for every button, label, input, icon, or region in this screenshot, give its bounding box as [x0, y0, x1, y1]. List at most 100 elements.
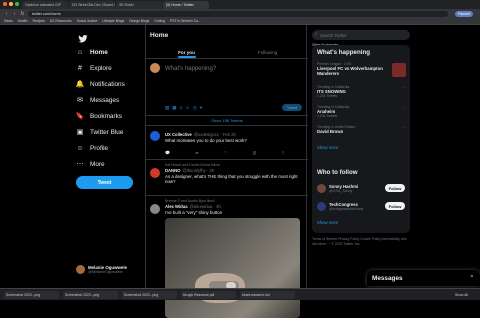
search-input[interactable]: Search Twitter — [312, 30, 410, 40]
nav-twitter-blue[interactable]: ▣ Twitter Blue — [76, 128, 124, 137]
tweet-author[interactable]: UX Collective — [165, 132, 192, 137]
bookmark-item[interactable]: UX Resources — [50, 19, 72, 23]
bookmark-item[interactable]: Lifestyle Blogs — [102, 19, 124, 23]
tab-following[interactable]: Following — [227, 46, 308, 58]
follow-suggestion[interactable]: Sonny Hashmi @GSA_Sonny Follow — [317, 181, 405, 195]
search-icon: ⌕ — [315, 31, 318, 36]
more-icon[interactable]: ··· — [401, 105, 405, 110]
browser-tab[interactable]: DG Street Biz Dev | Board View — [69, 1, 115, 9]
like-icon[interactable]: ♡ — [224, 150, 228, 155]
hashtag-icon: # — [78, 64, 82, 72]
follow-button[interactable]: Follow — [385, 202, 405, 210]
timeline: Home For you Following What's happening?… — [145, 25, 308, 318]
download-item[interactable]: bead-research.md — [240, 290, 295, 299]
image-icon[interactable]: ▨ — [165, 105, 169, 111]
trend-item[interactable]: Trending in United States David Brown ··… — [317, 125, 405, 134]
compose-tweet-button[interactable]: Tweet — [282, 104, 302, 111]
reply-icon[interactable]: 💬 — [165, 150, 170, 155]
tweet-context: Kat Heard and Daniel Burka follow — [165, 163, 220, 167]
views-icon[interactable]: ▥ — [253, 150, 257, 155]
tweet-text: As a designer, what's THE thing that you… — [165, 174, 298, 185]
nav-label: Twitter Blue — [90, 128, 124, 136]
bookmark-item[interactable]: Social Justice — [77, 19, 98, 23]
follow-button[interactable]: Follow — [385, 184, 405, 192]
nav-label: Notifications — [90, 80, 125, 88]
bookmark-item[interactable]: PST to Women Co... — [170, 19, 201, 23]
tweet-handle: @alexwidua · 3h — [189, 204, 221, 209]
bookmark-item[interactable]: Coding — [154, 19, 165, 23]
tweet[interactable]: UX Collective @uxdesigncc · Feb 20 What m… — [146, 126, 308, 160]
show-new-tweets[interactable]: Show 158 Tweets — [146, 116, 308, 126]
home-icon: ⌂ — [77, 48, 83, 56]
download-item[interactable]: Screenshot 2023...png — [4, 290, 59, 299]
nav-notifications[interactable]: 🔔 Notifications — [75, 80, 125, 89]
trend-count: 1,234 Tweets — [317, 114, 338, 118]
show-more-link[interactable]: Show more — [317, 145, 338, 150]
location-icon[interactable]: ⌖ — [200, 105, 203, 111]
tweet-text: What motivates you to do your best work? — [165, 138, 247, 143]
show-all-downloads[interactable]: Show All — [455, 293, 468, 297]
tweet-author[interactable]: Alex Widua — [165, 204, 188, 209]
bookmark-item[interactable]: Health — [18, 19, 28, 23]
browser-tab[interactable]: 3D Roket — [116, 1, 162, 9]
bell-icon: 🔔 — [75, 81, 85, 88]
browser-tab-active[interactable]: (9) Home / Twitter — [163, 1, 209, 9]
download-item[interactable]: Screenshot 2023...png — [122, 290, 177, 299]
tweet-handle: @uxdesigncc · Feb 20 — [193, 132, 236, 137]
nav-messages[interactable]: ✉ Messages — [76, 96, 119, 105]
more-icon[interactable]: ··· — [401, 125, 405, 130]
trend-item[interactable]: Trending in California ITS SNOWING 1,234… — [317, 85, 405, 98]
poll-icon[interactable]: ≡ — [180, 105, 183, 111]
account-handle: @MelanieOguwwele — [88, 270, 123, 274]
expand-icon[interactable]: ⌃ — [470, 275, 474, 281]
follow-suggestion[interactable]: TechCongress @congressdotfellows Follow — [317, 199, 405, 213]
messages-title: Messages — [372, 274, 403, 282]
trend-item[interactable]: Trending in California Anaheim 1,234 Twe… — [317, 105, 405, 118]
share-icon[interactable]: ⇪ — [282, 150, 285, 155]
emoji-icon[interactable]: ☺ — [185, 105, 190, 111]
schedule-icon[interactable]: ◷ — [193, 105, 197, 111]
tweet-handle: @theonlyfhy · 3h — [182, 168, 215, 173]
nav-home[interactable]: ⌂ Home — [76, 48, 108, 56]
nav-label: Bookmarks — [90, 112, 122, 120]
avatar — [76, 265, 85, 274]
back-icon[interactable]: ‹ — [4, 11, 9, 17]
tweet[interactable]: Brenne F and Austin Byrd liked Alex Widu… — [146, 196, 308, 318]
browser-tab[interactable]: Optimize animated GIF — [22, 1, 68, 9]
trend-thumbnail — [392, 63, 406, 77]
tweet-author[interactable]: DANNO — [165, 168, 180, 173]
suggestion-handle: @congressdotfellows — [329, 206, 364, 211]
account-switcher[interactable]: Melanie Oguwwele @MelanieOguwwele — [76, 265, 127, 274]
tab-for-you[interactable]: For you — [146, 46, 227, 58]
bookmark-item[interactable]: Design Blogs — [129, 19, 149, 23]
url-input[interactable]: twitter.com/home — [28, 10, 448, 17]
downloads-bar: Screenshot 2023...png Screenshot 2023...… — [0, 288, 480, 300]
nav-more[interactable]: ⋯ More — [76, 160, 105, 169]
nav-bookmarks[interactable]: 🔖 Bookmarks — [76, 112, 122, 121]
forward-icon[interactable]: › — [12, 11, 17, 17]
gif-icon[interactable]: ▦ — [172, 105, 176, 111]
tweet-media[interactable] — [165, 218, 300, 318]
download-item[interactable]: Screenshot 2023...png — [63, 290, 118, 299]
twitter-bird-icon[interactable] — [78, 34, 88, 44]
footer-links[interactable]: Terms of Service Privacy Policy Cookie P… — [312, 237, 410, 246]
show-more-link[interactable]: Show more — [317, 220, 338, 225]
bookmarks-bar: Deals Health Recipes UX Resources Social… — [0, 18, 480, 47]
more-icon[interactable]: ··· — [401, 85, 405, 90]
browser-tabs: Optimize animated GIF DG Street Biz Dev … — [0, 0, 480, 9]
tweet[interactable]: Kat Heard and Daniel Burka follow DANNO @… — [146, 160, 308, 196]
who-to-follow-panel: Who to follow Sonny Hashmi @GSA_Sonny Fol… — [312, 165, 410, 233]
messages-drawer[interactable]: Messages ⌃ — [367, 270, 480, 286]
bookmark-item[interactable]: Deals — [4, 19, 13, 23]
profile-paused-button[interactable]: Paused — [455, 10, 473, 17]
compose-input[interactable]: What's happening? — [165, 66, 216, 72]
bookmark-item[interactable]: Recipes — [32, 19, 44, 23]
download-item[interactable]: bk.qqb Resource.pdf — [181, 290, 236, 299]
nav-label: Explore — [90, 64, 112, 72]
retweet-icon[interactable]: ⇄ — [195, 150, 198, 155]
reload-icon[interactable]: ↻ — [20, 11, 25, 17]
avatar — [150, 63, 160, 73]
nav-explore[interactable]: # Explore — [76, 64, 112, 72]
nav-profile[interactable]: ☺ Profile — [76, 144, 108, 152]
tweet-button[interactable]: Tweet — [76, 176, 133, 189]
